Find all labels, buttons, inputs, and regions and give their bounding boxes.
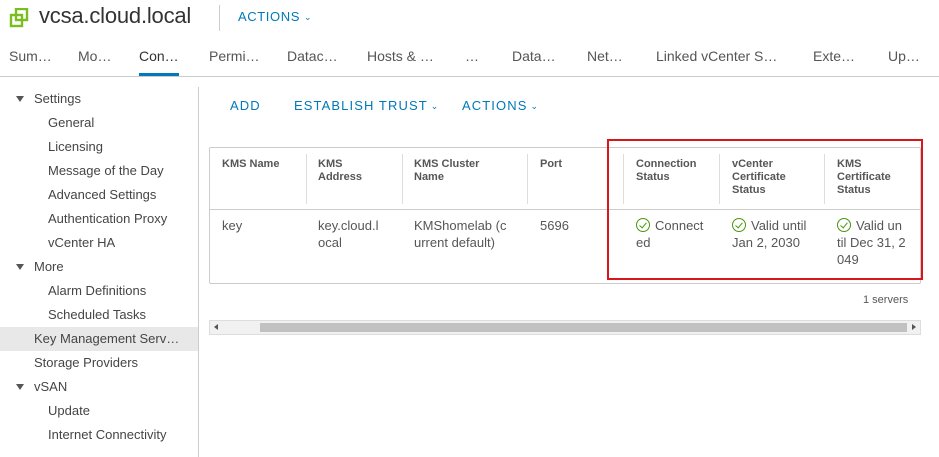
scrollbar-thumb[interactable] <box>260 323 907 332</box>
header-divider <box>219 5 220 31</box>
sidebar-item-label: Authentication Proxy <box>48 211 168 226</box>
sidebar-group-more[interactable]: More <box>0 255 198 279</box>
scroll-right-icon[interactable] <box>912 324 916 330</box>
sidebar-item-advanced-settings[interactable]: Advanced Settings <box>0 183 198 207</box>
sidebar-item-message-of-the-day[interactable]: Message of the Day <box>0 159 198 183</box>
sidebar-group-settings[interactable]: Settings <box>0 87 198 111</box>
column-header-text: Port <box>540 158 562 170</box>
cell-port: 5696 <box>540 218 569 233</box>
tab-vms[interactable]: … <box>465 48 479 64</box>
configure-sidebar: Settings General Licensing Message of th… <box>0 87 199 457</box>
highlight-annotation-box <box>607 139 923 280</box>
cell-kms-address: key.cloud.l ocal <box>318 217 378 251</box>
column-header-text: Name <box>414 171 444 183</box>
column-divider[interactable] <box>306 154 307 204</box>
tab-bar: Sum… Mo… Con… Permi… Datac… Hosts & … … … <box>0 36 939 77</box>
tab-hosts-clusters[interactable]: Hosts & … <box>367 48 434 64</box>
sidebar-group-vsan[interactable]: vSAN <box>0 375 198 399</box>
tab-extensions[interactable]: Exte… <box>813 48 855 64</box>
column-header-kms-cluster-name[interactable]: KMS Cluster Name <box>414 158 479 184</box>
caret-down-icon <box>16 384 24 390</box>
column-divider[interactable] <box>527 154 528 204</box>
horizontal-scrollbar[interactable] <box>209 320 921 335</box>
vcenter-logo-icon <box>9 8 29 28</box>
sidebar-group-label: More <box>34 259 64 274</box>
sidebar-item-vcenter-ha[interactable]: vCenter HA <box>0 231 198 255</box>
column-header-kms-address[interactable]: KMS Address <box>318 158 362 184</box>
column-header-port[interactable]: Port <box>540 158 562 171</box>
tab-updates[interactable]: Up… <box>888 48 920 64</box>
sidebar-item-label: Key Management Serv… <box>34 331 180 346</box>
cell-text: ocal <box>318 235 342 250</box>
chevron-down-icon: ⌄ <box>430 101 440 111</box>
sidebar-item-label: Message of the Day <box>48 163 164 178</box>
sidebar-item-scheduled-tasks[interactable]: Scheduled Tasks <box>0 303 198 327</box>
sidebar-item-label: Scheduled Tasks <box>48 307 147 322</box>
sidebar-item-label: Licensing <box>48 139 103 154</box>
sidebar-item-internet-connectivity[interactable]: Internet Connectivity <box>0 423 198 447</box>
tab-monitor[interactable]: Mo… <box>78 48 111 64</box>
sidebar-item-authentication-proxy[interactable]: Authentication Proxy <box>0 207 198 231</box>
cell-kms-cluster: KMShomelab (c urrent default) <box>414 217 506 251</box>
add-button[interactable]: ADD <box>230 98 261 113</box>
sidebar-item-label: Advanced Settings <box>48 187 157 202</box>
cell-text: urrent default) <box>414 235 495 250</box>
tab-networks[interactable]: Net… <box>587 48 623 64</box>
sidebar-item-storage-providers[interactable]: Storage Providers <box>0 351 198 375</box>
header-actions-button[interactable]: ACTIONS ⌄ <box>238 9 312 24</box>
column-header-text: KMS <box>318 158 343 170</box>
caret-down-icon <box>16 264 24 270</box>
sidebar-group-label: vSAN <box>34 379 68 394</box>
column-header-text: KMS Name <box>222 158 280 170</box>
active-tab-indicator <box>139 73 179 76</box>
column-header-kms-name[interactable]: KMS Name <box>222 158 279 171</box>
column-header-text: Address <box>318 171 363 183</box>
sidebar-item-label: Storage Providers <box>34 355 139 370</box>
sidebar-item-label: Update <box>48 403 90 418</box>
sidebar-item-licensing[interactable]: Licensing <box>0 135 198 159</box>
caret-down-icon <box>16 96 24 102</box>
sidebar-item-label: vCenter HA <box>48 235 116 250</box>
page-title: vcsa.cloud.local <box>39 3 192 28</box>
cell-kms-name: key <box>222 218 243 233</box>
scroll-left-icon[interactable] <box>214 324 218 330</box>
actions-label: ACTIONS <box>462 98 528 113</box>
actions-button[interactable]: ACTIONS ⌄ <box>462 98 539 113</box>
tab-linked-vcenter[interactable]: Linked vCenter S… <box>656 48 777 64</box>
establish-trust-label: ESTABLISH TRUST <box>294 98 428 113</box>
chevron-down-icon: ⌄ <box>303 12 313 22</box>
cell-text: key.cloud.l <box>318 218 379 233</box>
column-divider[interactable] <box>402 154 403 204</box>
tab-configure[interactable]: Con… <box>139 48 179 64</box>
object-header: vcsa.cloud.local ACTIONS ⌄ <box>0 0 939 36</box>
sidebar-item-alarm-definitions[interactable]: Alarm Definitions <box>0 279 198 303</box>
datagrid-footer-count: 1 servers <box>863 294 909 306</box>
sidebar-item-label: Alarm Definitions <box>48 283 147 298</box>
tab-datastores[interactable]: Data… <box>512 48 556 64</box>
sidebar-item-update[interactable]: Update <box>0 399 198 423</box>
sidebar-item-label: General <box>48 115 95 130</box>
sidebar-item-key-management-servers[interactable]: Key Management Serv… <box>0 327 198 351</box>
cell-text: KMShomelab (c <box>414 218 507 233</box>
tab-permissions[interactable]: Permi… <box>209 48 260 64</box>
establish-trust-button[interactable]: ESTABLISH TRUST ⌄ <box>294 98 439 113</box>
sidebar-item-label: Internet Connectivity <box>48 427 167 442</box>
column-header-text: KMS Cluster <box>414 158 480 170</box>
sidebar-group-label: Settings <box>34 91 81 106</box>
tab-datacenters[interactable]: Datac… <box>287 48 338 64</box>
chevron-down-icon: ⌄ <box>530 101 540 111</box>
sidebar-item-general[interactable]: General <box>0 111 198 135</box>
tab-summary[interactable]: Sum… <box>9 48 52 64</box>
header-actions-label: ACTIONS <box>238 9 300 24</box>
